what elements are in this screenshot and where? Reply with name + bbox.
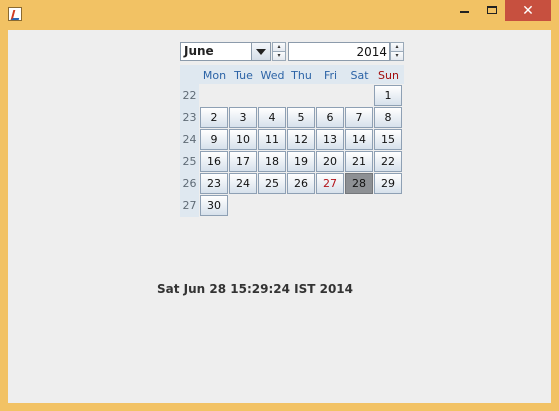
day-button[interactable]: 20: [316, 151, 344, 172]
window-border: [551, 30, 559, 403]
day-button[interactable]: 25: [258, 173, 286, 194]
day-button[interactable]: 24: [229, 173, 257, 194]
maximize-button[interactable]: [478, 0, 505, 21]
day-button[interactable]: 23: [200, 173, 228, 194]
day-button[interactable]: 27: [316, 173, 344, 194]
week-number: 23: [182, 111, 197, 124]
selected-day-button[interactable]: 28: [345, 173, 373, 194]
weekday-header-fri: Fri: [323, 69, 338, 82]
selected-datetime-label: Sat Jun 28 15:29:24 IST 2014: [157, 282, 354, 296]
java-app-icon: [8, 7, 22, 21]
month-spinner: ▴ ▾: [272, 42, 286, 61]
day-button[interactable]: 18: [258, 151, 286, 172]
dropdown-arrow-icon[interactable]: [251, 43, 270, 60]
week-number: 22: [182, 89, 197, 102]
day-button[interactable]: 22: [374, 151, 402, 172]
day-button[interactable]: 11: [258, 129, 286, 150]
day-button[interactable]: 5: [287, 107, 315, 128]
day-button[interactable]: 6: [316, 107, 344, 128]
weekday-header-wed: Wed: [260, 69, 285, 82]
day-button[interactable]: 1: [374, 85, 402, 106]
day-button[interactable]: 3: [229, 107, 257, 128]
day-button[interactable]: 15: [374, 129, 402, 150]
day-button[interactable]: 26: [287, 173, 315, 194]
weekday-header-sun: Sun: [378, 69, 399, 82]
title-bar: ✕: [0, 0, 559, 30]
day-button[interactable]: 17: [229, 151, 257, 172]
day-button[interactable]: 16: [200, 151, 228, 172]
year-field[interactable]: 2014: [288, 42, 390, 61]
month-dropdown[interactable]: June: [180, 42, 271, 61]
minimize-icon: [460, 11, 469, 13]
day-button[interactable]: 4: [258, 107, 286, 128]
close-icon: ✕: [522, 2, 534, 18]
day-button[interactable]: 10: [229, 129, 257, 150]
minimize-button[interactable]: [450, 0, 478, 21]
week-number: 26: [182, 177, 197, 190]
day-button[interactable]: 30: [200, 195, 228, 216]
day-button[interactable]: 9: [200, 129, 228, 150]
weekday-header-tue: Tue: [234, 69, 253, 82]
weekday-header-mon: Mon: [202, 69, 227, 82]
day-button[interactable]: 21: [345, 151, 373, 172]
month-label: June: [184, 44, 214, 58]
week-number: 27: [182, 199, 197, 212]
maximize-icon: [487, 6, 497, 14]
close-button[interactable]: ✕: [505, 0, 551, 21]
day-button[interactable]: 8: [374, 107, 402, 128]
day-button[interactable]: 29: [374, 173, 402, 194]
year-spin-down-button[interactable]: ▾: [390, 51, 404, 61]
window-border: [0, 403, 559, 411]
day-button[interactable]: 12: [287, 129, 315, 150]
day-button[interactable]: 7: [345, 107, 373, 128]
week-number: 25: [182, 155, 197, 168]
month-spin-down-button[interactable]: ▾: [272, 51, 286, 61]
day-button[interactable]: 13: [316, 129, 344, 150]
window-content: June ▴ ▾ 2014 ▴ ▾ Mon Tue Wed Thu Fri Sat Sun 2…: [8, 30, 551, 403]
day-button[interactable]: 14: [345, 129, 373, 150]
day-button[interactable]: 2: [200, 107, 228, 128]
year-spinner: ▴ ▾: [390, 42, 404, 61]
day-button[interactable]: 19: [287, 151, 315, 172]
year-value: 2014: [356, 45, 387, 59]
weekday-header-sat: Sat: [350, 69, 369, 82]
weekday-header-thu: Thu: [291, 69, 312, 82]
week-number: 24: [182, 133, 197, 146]
